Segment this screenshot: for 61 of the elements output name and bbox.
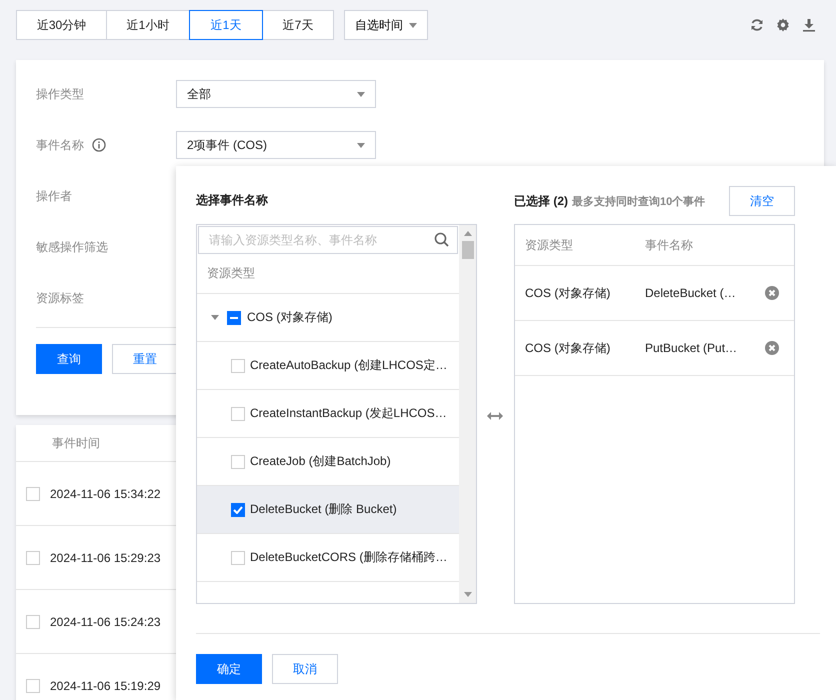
filter-label: 操作者 [36,188,72,204]
refresh-icon[interactable] [750,18,764,32]
group-label: COS (对象存储) [247,309,332,326]
event-checkbox[interactable] [231,454,245,468]
event-checkbox[interactable] [231,406,245,420]
remove-icon[interactable] [765,286,779,300]
time-range-tab[interactable]: 近1小时 [106,10,190,40]
filter-label: 操作类型 [36,86,84,102]
filter-label: 敏感操作筛选 [36,238,108,256]
time-range-tab[interactable]: 近30分钟 [16,10,107,40]
picker-title: 选择事件名称 [196,192,269,209]
event-list-item[interactable]: CreateInstantBackup (发起LHCOS… [197,390,459,438]
event-list-item[interactable]: DeleteBucketCORS (删除存储桶跨… [197,534,459,582]
scrollbar[interactable] [459,225,476,603]
table-cell-text: COS (对象存储) [525,284,612,302]
event-checkbox[interactable] [231,550,245,564]
row-checkbox[interactable] [26,614,40,628]
time-range-tab[interactable]: 近1天 [189,10,263,40]
caret-icon [357,92,365,96]
event-checkbox[interactable] [231,358,245,372]
download-icon[interactable] [802,18,816,32]
clear-button[interactable]: 清空 [729,186,795,216]
column-header: 事件名称 [645,236,694,254]
row-checkbox[interactable] [26,678,40,692]
query-button[interactable]: 查询 [36,344,102,374]
caret-icon [409,22,417,28]
table-cell-text: PutBucket (Put… [645,341,738,355]
swap-arrows-icon [487,412,503,420]
table-cell: 2024-11-06 15:29:23 [50,550,161,564]
row-checkbox[interactable] [26,486,40,500]
column-header: 资源类型 [525,236,574,254]
table-cell: 2024-11-06 15:24:23 [50,614,161,628]
caret-icon [357,142,365,148]
custom-time-dropdown[interactable]: 自选时间 [344,10,428,40]
confirm-button[interactable]: 确定 [196,654,262,684]
cancel-button[interactable]: 取消 [272,654,338,684]
filter-label: 事件名称 [36,136,84,154]
select-field[interactable]: 全部 [176,80,376,108]
time-range-tab[interactable]: 近7天 [262,10,334,40]
expand-icon[interactable] [211,315,219,320]
search-field[interactable]: 请输入资源类型名称、事件名称 [198,226,458,254]
event-list-item[interactable]: DeleteBucket (删除 Bucket) [197,486,459,534]
selection-hint: 最多支持同时查询10个事件 [572,194,706,208]
remove-icon[interactable] [765,341,779,355]
filter-label: 资源标签 [36,290,84,306]
table-cell: 2024-11-06 15:19:29 [50,678,161,692]
event-list-item[interactable]: CreateAutoBackup (创建LHCOS定… [197,342,459,390]
reset-button[interactable]: 重置 [112,344,178,374]
settings-icon[interactable] [776,18,790,32]
group-checkbox[interactable] [227,310,241,324]
event-checkbox[interactable] [231,502,245,516]
table-cell-text: COS (对象存储) [525,340,612,356]
row-checkbox[interactable] [26,550,40,564]
column-header: 事件时间 [52,434,100,452]
selected-count: 已选择 (2) [514,192,568,210]
select-field[interactable]: 2项事件 (COS) [176,131,376,159]
info-icon[interactable] [92,138,106,152]
table-cell: 2024-11-06 15:34:22 [50,486,161,500]
table-cell-text: DeleteBucket (… [645,286,737,300]
search-icon [434,232,449,247]
column-header: 资源类型 [207,265,255,282]
